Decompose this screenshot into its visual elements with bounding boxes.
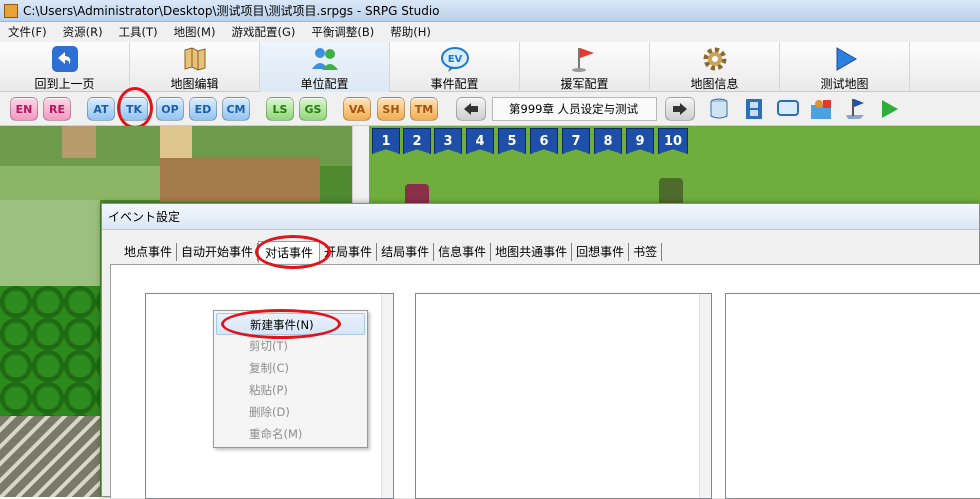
gs-button[interactable]: GS <box>299 97 327 121</box>
menu-balance[interactable]: 平衡调整(B) <box>303 24 382 40</box>
tab-recollection-event[interactable]: 回想事件 <box>572 243 630 261</box>
tab-place-event[interactable]: 地点事件 <box>120 243 178 261</box>
character-image-icon[interactable] <box>808 96 834 122</box>
chapter-selector[interactable]: 第999章 人员设定与测试 <box>492 97 657 121</box>
toolbar-back-button[interactable]: 回到上一页 <box>0 42 130 92</box>
dirt-tile <box>62 126 96 158</box>
title-bar: C:\Users\Administrator\Desktop\测试项目\测试项目… <box>0 0 980 22</box>
unit-flag-9[interactable]: 9 <box>626 128 654 154</box>
units-icon <box>310 45 340 73</box>
gear-icon <box>700 45 730 73</box>
message-window-icon[interactable] <box>775 96 801 122</box>
menu-resource[interactable]: 资源(R) <box>55 24 111 40</box>
menu-copy[interactable]: 复制(C) <box>216 357 365 379</box>
va-button[interactable]: VA <box>343 97 371 121</box>
film-icon[interactable] <box>741 96 767 122</box>
tab-opening-event[interactable]: 开局事件 <box>320 243 378 261</box>
arrow-right-icon <box>673 103 687 115</box>
next-chapter-button[interactable] <box>665 97 695 121</box>
event-list-scrollbar[interactable] <box>381 294 393 498</box>
menu-map[interactable]: 地图(M) <box>166 24 224 40</box>
unit-flag-7[interactable]: 7 <box>562 128 590 154</box>
menu-rename[interactable]: 重命名(M) <box>216 423 365 445</box>
forest-tile <box>0 286 100 426</box>
play-test-icon[interactable] <box>876 96 902 122</box>
sh-button[interactable]: SH <box>377 97 405 121</box>
meadow-tile <box>0 200 100 290</box>
toolbar-back-label: 回到上一页 <box>34 77 95 91</box>
arrow-left-icon <box>464 103 478 115</box>
map-flag-icon[interactable] <box>842 96 868 122</box>
menu-tools[interactable]: 工具(T) <box>111 24 166 40</box>
menu-game-config[interactable]: 游戏配置(G) <box>223 24 303 40</box>
app-icon <box>4 3 18 18</box>
light-grass-tile <box>0 166 160 200</box>
mountain-tile <box>0 416 100 497</box>
unit-sprite-green[interactable] <box>659 178 683 206</box>
toolbar-test-map-button[interactable]: 测试地图 <box>780 42 910 92</box>
toolbar-unit-config-button[interactable]: 单位配置 <box>260 42 390 92</box>
unit-flag-8[interactable]: 8 <box>594 128 622 154</box>
menu-delete[interactable]: 删除(D) <box>216 401 365 423</box>
toolbar-event-config-label: 事件配置 <box>430 77 479 91</box>
window-title: C:\Users\Administrator\Desktop\测试项目\测试项目… <box>23 4 440 18</box>
toolbar-map-edit-label: 地图编辑 <box>170 77 219 91</box>
tab-auto-start-event[interactable]: 自动开始事件 <box>177 243 259 261</box>
cm-button[interactable]: CM <box>222 97 250 121</box>
tab-info-event[interactable]: 信息事件 <box>434 243 492 261</box>
toolbar-reinforcement-button[interactable]: 援军配置 <box>520 42 650 92</box>
menu-paste[interactable]: 粘贴(P) <box>216 379 365 401</box>
menu-cut[interactable]: 剪切(T) <box>216 335 365 357</box>
map-scroll-icon <box>180 45 210 73</box>
toolbar-map-edit-button[interactable]: 地图编辑 <box>130 42 260 92</box>
event-preview-panel[interactable] <box>725 293 980 499</box>
toolbar-map-info-label: 地图信息 <box>690 77 739 91</box>
toolbar-test-map-label: 测试地图 <box>820 77 869 91</box>
brown-ground-tile <box>160 158 320 202</box>
unit-flag-5[interactable]: 5 <box>498 128 526 154</box>
play-icon <box>830 45 860 73</box>
database-icon[interactable] <box>706 96 732 122</box>
detail-list-scrollbar[interactable] <box>699 294 711 498</box>
flag-icon <box>570 45 600 73</box>
back-arrow-icon <box>50 45 80 73</box>
ed-button[interactable]: ED <box>189 97 217 121</box>
context-menu: 新建事件(N) 剪切(T) 复制(C) 粘贴(P) 删除(D) 重命名(M) <box>213 310 368 448</box>
toolbar-unit-config-label: 单位配置 <box>300 77 349 91</box>
menu-bar: 文件(F) 资源(R) 工具(T) 地图(M) 游戏配置(G) 平衡调整(B) … <box>0 22 980 42</box>
tm-button[interactable]: TM <box>410 97 438 121</box>
toolbar-event-config-button[interactable]: EV 事件配置 <box>390 42 520 92</box>
ls-button[interactable]: LS <box>266 97 294 121</box>
tk-button[interactable]: TK <box>120 97 148 121</box>
menu-help[interactable]: 帮助(H) <box>382 24 439 40</box>
unit-flag-2[interactable]: 2 <box>403 128 431 154</box>
unit-flag-6[interactable]: 6 <box>530 128 558 154</box>
unit-flag-4[interactable]: 4 <box>466 128 494 154</box>
map-canvas[interactable]: 1 2 3 4 5 6 7 8 9 10 <box>369 126 980 206</box>
re-button[interactable]: RE <box>43 97 71 121</box>
svg-text:EV: EV <box>447 54 462 65</box>
event-tabs: 地点事件 自动开始事件 对话事件 开局事件 结局事件 信息事件 地图共通事件 回… <box>120 239 663 265</box>
menu-file[interactable]: 文件(F) <box>0 24 55 40</box>
tab-ending-event[interactable]: 结局事件 <box>377 243 435 261</box>
prev-chapter-button[interactable] <box>456 97 486 121</box>
toolbar-map-info-button[interactable]: 地图信息 <box>650 42 780 92</box>
tab-map-common-event[interactable]: 地图共通事件 <box>491 243 573 261</box>
dialog-title: イベント設定 <box>102 204 979 230</box>
op-button[interactable]: OP <box>156 97 184 121</box>
main-toolbar: 回到上一页 地图编辑 单位配置 EV 事件配置 援军配置 地图信息 测试地图 <box>0 42 980 92</box>
unit-flag-10[interactable]: 10 <box>658 128 688 154</box>
toolbar-reinforcement-label: 援军配置 <box>560 77 609 91</box>
sand-tile <box>160 126 192 158</box>
tab-bookmark[interactable]: 书签 <box>629 243 663 261</box>
tab-talk-event[interactable]: 对话事件 <box>258 241 321 263</box>
en-button[interactable]: EN <box>10 97 38 121</box>
unit-flag-3[interactable]: 3 <box>434 128 462 154</box>
unit-flag-1[interactable]: 1 <box>372 128 400 154</box>
at-button[interactable]: AT <box>87 97 115 121</box>
menu-new-event[interactable]: 新建事件(N) <box>216 313 365 335</box>
event-detail-list[interactable] <box>415 293 712 499</box>
event-ev-icon: EV <box>440 45 470 73</box>
